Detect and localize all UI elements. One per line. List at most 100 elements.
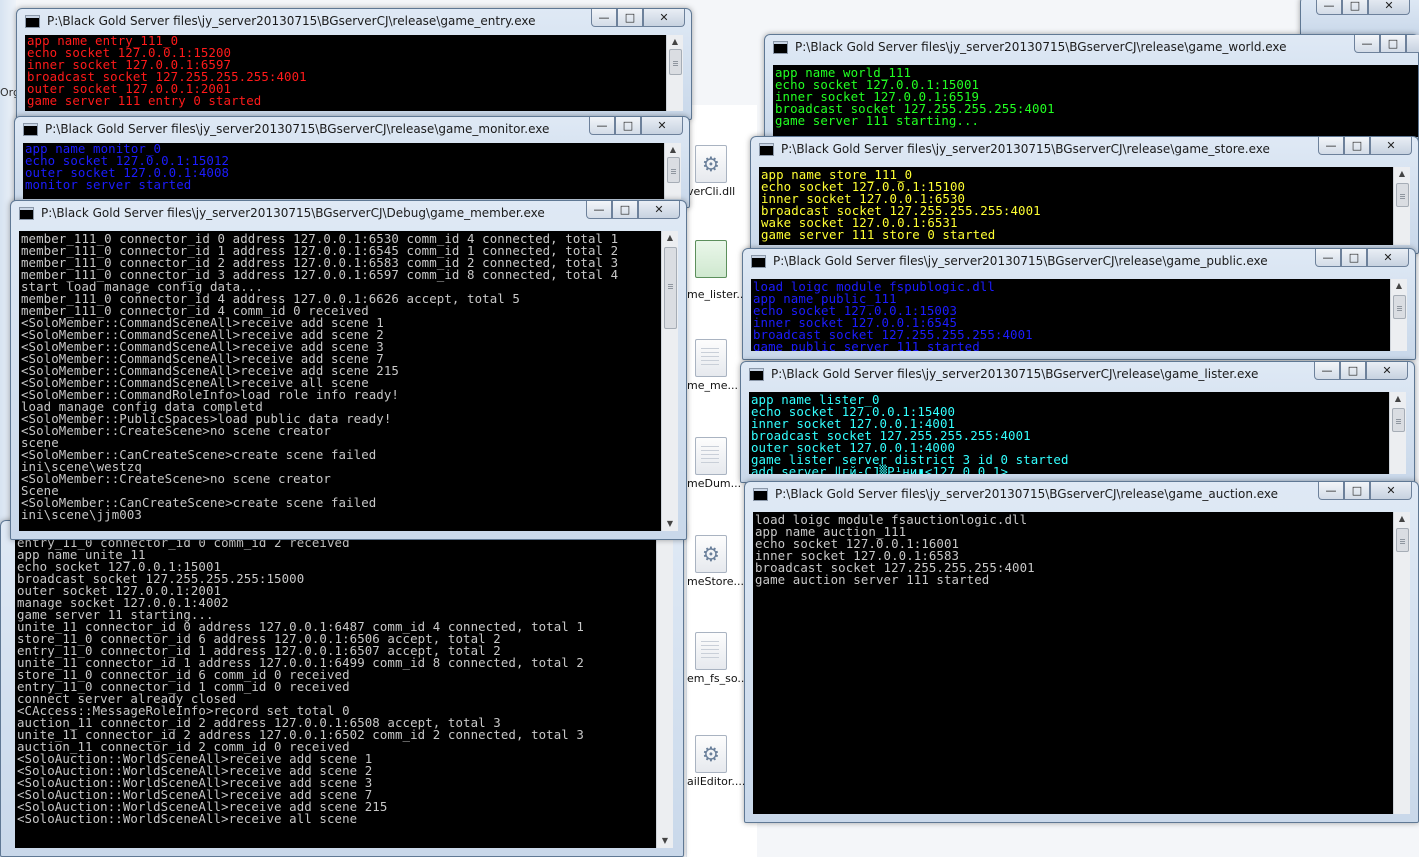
scroll-thumb[interactable] [1396,183,1409,207]
scroll-thumb[interactable] [1393,295,1406,319]
minimize-button[interactable]: — [1354,35,1380,53]
console-window-world[interactable]: P:\Black Gold Server files\jy_server2013… [764,34,1419,146]
close-button[interactable]: ✕ [1367,249,1409,267]
console-output: app name lister_0 echo socket 127.0.0.1:… [749,392,1406,474]
maximize-button[interactable]: □ [1341,249,1367,267]
scroll-up-arrow-icon[interactable]: ▲ [1394,167,1410,181]
document-file-icon [695,437,727,475]
scroll-up-arrow-icon[interactable]: ▲ [665,143,681,157]
console-output: load loigc module fsauctionlogic.dll app… [753,512,1410,814]
close-button[interactable]: ✕ [1406,35,1419,53]
console-app-icon [773,41,788,54]
scroll-thumb[interactable] [664,247,677,329]
console-text: load loigc module fspublogic.dll app nam… [753,281,1033,351]
titlebar[interactable]: P:\Black Gold Server files\jy_server2013… [743,249,1415,275]
close-button[interactable]: ✕ [1370,482,1412,500]
scrollbar[interactable]: ▲ [1389,392,1406,474]
console-text: app name lister_0 echo socket 127.0.0.1:… [751,394,1069,474]
file-label: verCli.dll [687,185,736,198]
console-text: member_111_0 connector_id 0 address 127.… [21,233,619,522]
scroll-up-arrow-icon[interactable]: ▲ [667,35,683,49]
window-title: P:\Black Gold Server files\jy_server2013… [775,487,1279,501]
console-window-public[interactable]: P:\Black Gold Server files\jy_server2013… [742,248,1416,360]
console-window-monitor[interactable]: P:\Black Gold Server files\jy_server2013… [14,116,690,208]
maximize-button[interactable]: □ [1380,35,1406,53]
console-window-auction[interactable]: P:\Black Gold Server files\jy_server2013… [744,481,1419,823]
minimize-button[interactable]: — [1314,362,1340,380]
close-button[interactable]: ✕ [1368,0,1410,15]
titlebar[interactable]: P:\Black Gold Server files\jy_server2013… [17,9,691,35]
console-app-icon [751,255,766,268]
scrollbar[interactable]: ▲ [1393,512,1410,814]
console-window-lister[interactable]: P:\Black Gold Server files\jy_server2013… [740,361,1415,483]
window-title: P:\Black Gold Server files\jy_server2013… [773,254,1268,268]
console-output: load loigc module fspublogic.dll app nam… [751,279,1407,351]
scrollbar[interactable]: ▲ [1390,279,1407,351]
console-window-store[interactable]: P:\Black Gold Server files\jy_server2013… [750,136,1419,254]
titlebar[interactable]: P:\Black Gold Server files\jy_server2013… [15,117,689,143]
scroll-up-arrow-icon[interactable]: ▲ [1390,392,1406,406]
console-window-unite[interactable]: entry_11_0 connector_id 0 comm_id 2 rece… [0,520,684,857]
window-title: P:\Black Gold Server files\jy_server2013… [771,367,1259,381]
minimize-button[interactable]: — [1315,249,1341,267]
close-button[interactable]: ✕ [638,201,680,219]
document-file-icon [695,632,727,670]
titlebar[interactable]: P:\Black Gold Server files\jy_server2013… [11,201,686,227]
maximize-button[interactable]: □ [617,9,643,27]
console-text: app name store_111_0 echo socket 127.0.0… [761,169,1041,242]
scrollbar[interactable]: ▲ [664,143,681,199]
scrollbar[interactable]: ▼ [656,537,673,848]
scroll-thumb[interactable] [669,49,682,75]
minimize-button[interactable]: — [1318,137,1344,155]
console-output: app name monitor_0 echo socket 127.0.0.1… [23,143,681,199]
titlebar[interactable]: P:\Black Gold Server files\jy_server2013… [765,35,1419,61]
console-output: app name world_111 echo socket 127.0.0.1… [773,65,1418,137]
window-title: P:\Black Gold Server files\jy_server2013… [795,40,1287,54]
console-app-icon [749,368,764,381]
console-app-icon [19,207,34,220]
console-window-member[interactable]: P:\Black Gold Server files\jy_server2013… [10,200,687,540]
window-title: P:\Black Gold Server files\jy_server2013… [47,14,536,28]
minimize-button[interactable]: — [589,117,615,135]
minimize-button[interactable]: — [1316,0,1342,15]
window-title: P:\Black Gold Server files\jy_server2013… [45,122,550,136]
titlebar[interactable]: P:\Black Gold Server files\jy_server2013… [741,362,1414,388]
scroll-up-arrow-icon[interactable]: ▲ [1394,512,1410,526]
close-button[interactable]: ✕ [641,117,683,135]
scroll-down-arrow-icon[interactable]: ▼ [662,517,678,531]
file-item[interactable]: verCli.dll [687,145,757,215]
console-text: app name world_111 echo socket 127.0.0.1… [775,67,1055,128]
maximize-button[interactable]: □ [1344,137,1370,155]
console-output: app name store_111_0 echo socket 127.0.0… [759,167,1410,245]
scroll-up-arrow-icon[interactable]: ▲ [1391,279,1407,293]
background-window: — □ ✕ [1300,0,1419,36]
gear-file-icon [695,535,727,573]
console-window-entry[interactable]: P:\Black Gold Server files\jy_server2013… [16,8,692,120]
minimize-button[interactable]: — [586,201,612,219]
scrollbar[interactable]: ▲ ▼ [661,231,678,531]
close-button[interactable]: ✕ [643,9,685,27]
minimize-button[interactable]: — [1318,482,1344,500]
maximize-button[interactable]: □ [1340,362,1366,380]
console-app-icon [759,143,774,156]
maximize-button[interactable]: □ [615,117,641,135]
maximize-button[interactable]: □ [612,201,638,219]
console-text: load loigc module fsauctionlogic.dll app… [755,514,1035,587]
scroll-thumb[interactable] [667,157,680,183]
scrollbar[interactable]: ▲ [1393,167,1410,245]
minimize-button[interactable]: — [591,9,617,27]
gear-file-icon [695,735,727,773]
close-button[interactable]: ✕ [1370,137,1412,155]
window-title: P:\Black Gold Server files\jy_server2013… [781,142,1270,156]
scroll-thumb[interactable] [1392,408,1405,432]
scroll-up-arrow-icon[interactable]: ▲ [662,231,678,245]
maximize-button[interactable]: □ [1342,0,1368,15]
maximize-button[interactable]: □ [1344,482,1370,500]
console-output: member_111_0 connector_id 0 address 127.… [19,231,678,531]
scroll-thumb[interactable] [1396,528,1409,552]
close-button[interactable]: ✕ [1366,362,1408,380]
titlebar[interactable]: P:\Black Gold Server files\jy_server2013… [745,482,1418,508]
scroll-down-arrow-icon[interactable]: ▼ [657,834,673,848]
titlebar[interactable]: P:\Black Gold Server files\jy_server2013… [751,137,1418,163]
scrollbar[interactable]: ▲ [666,35,683,111]
